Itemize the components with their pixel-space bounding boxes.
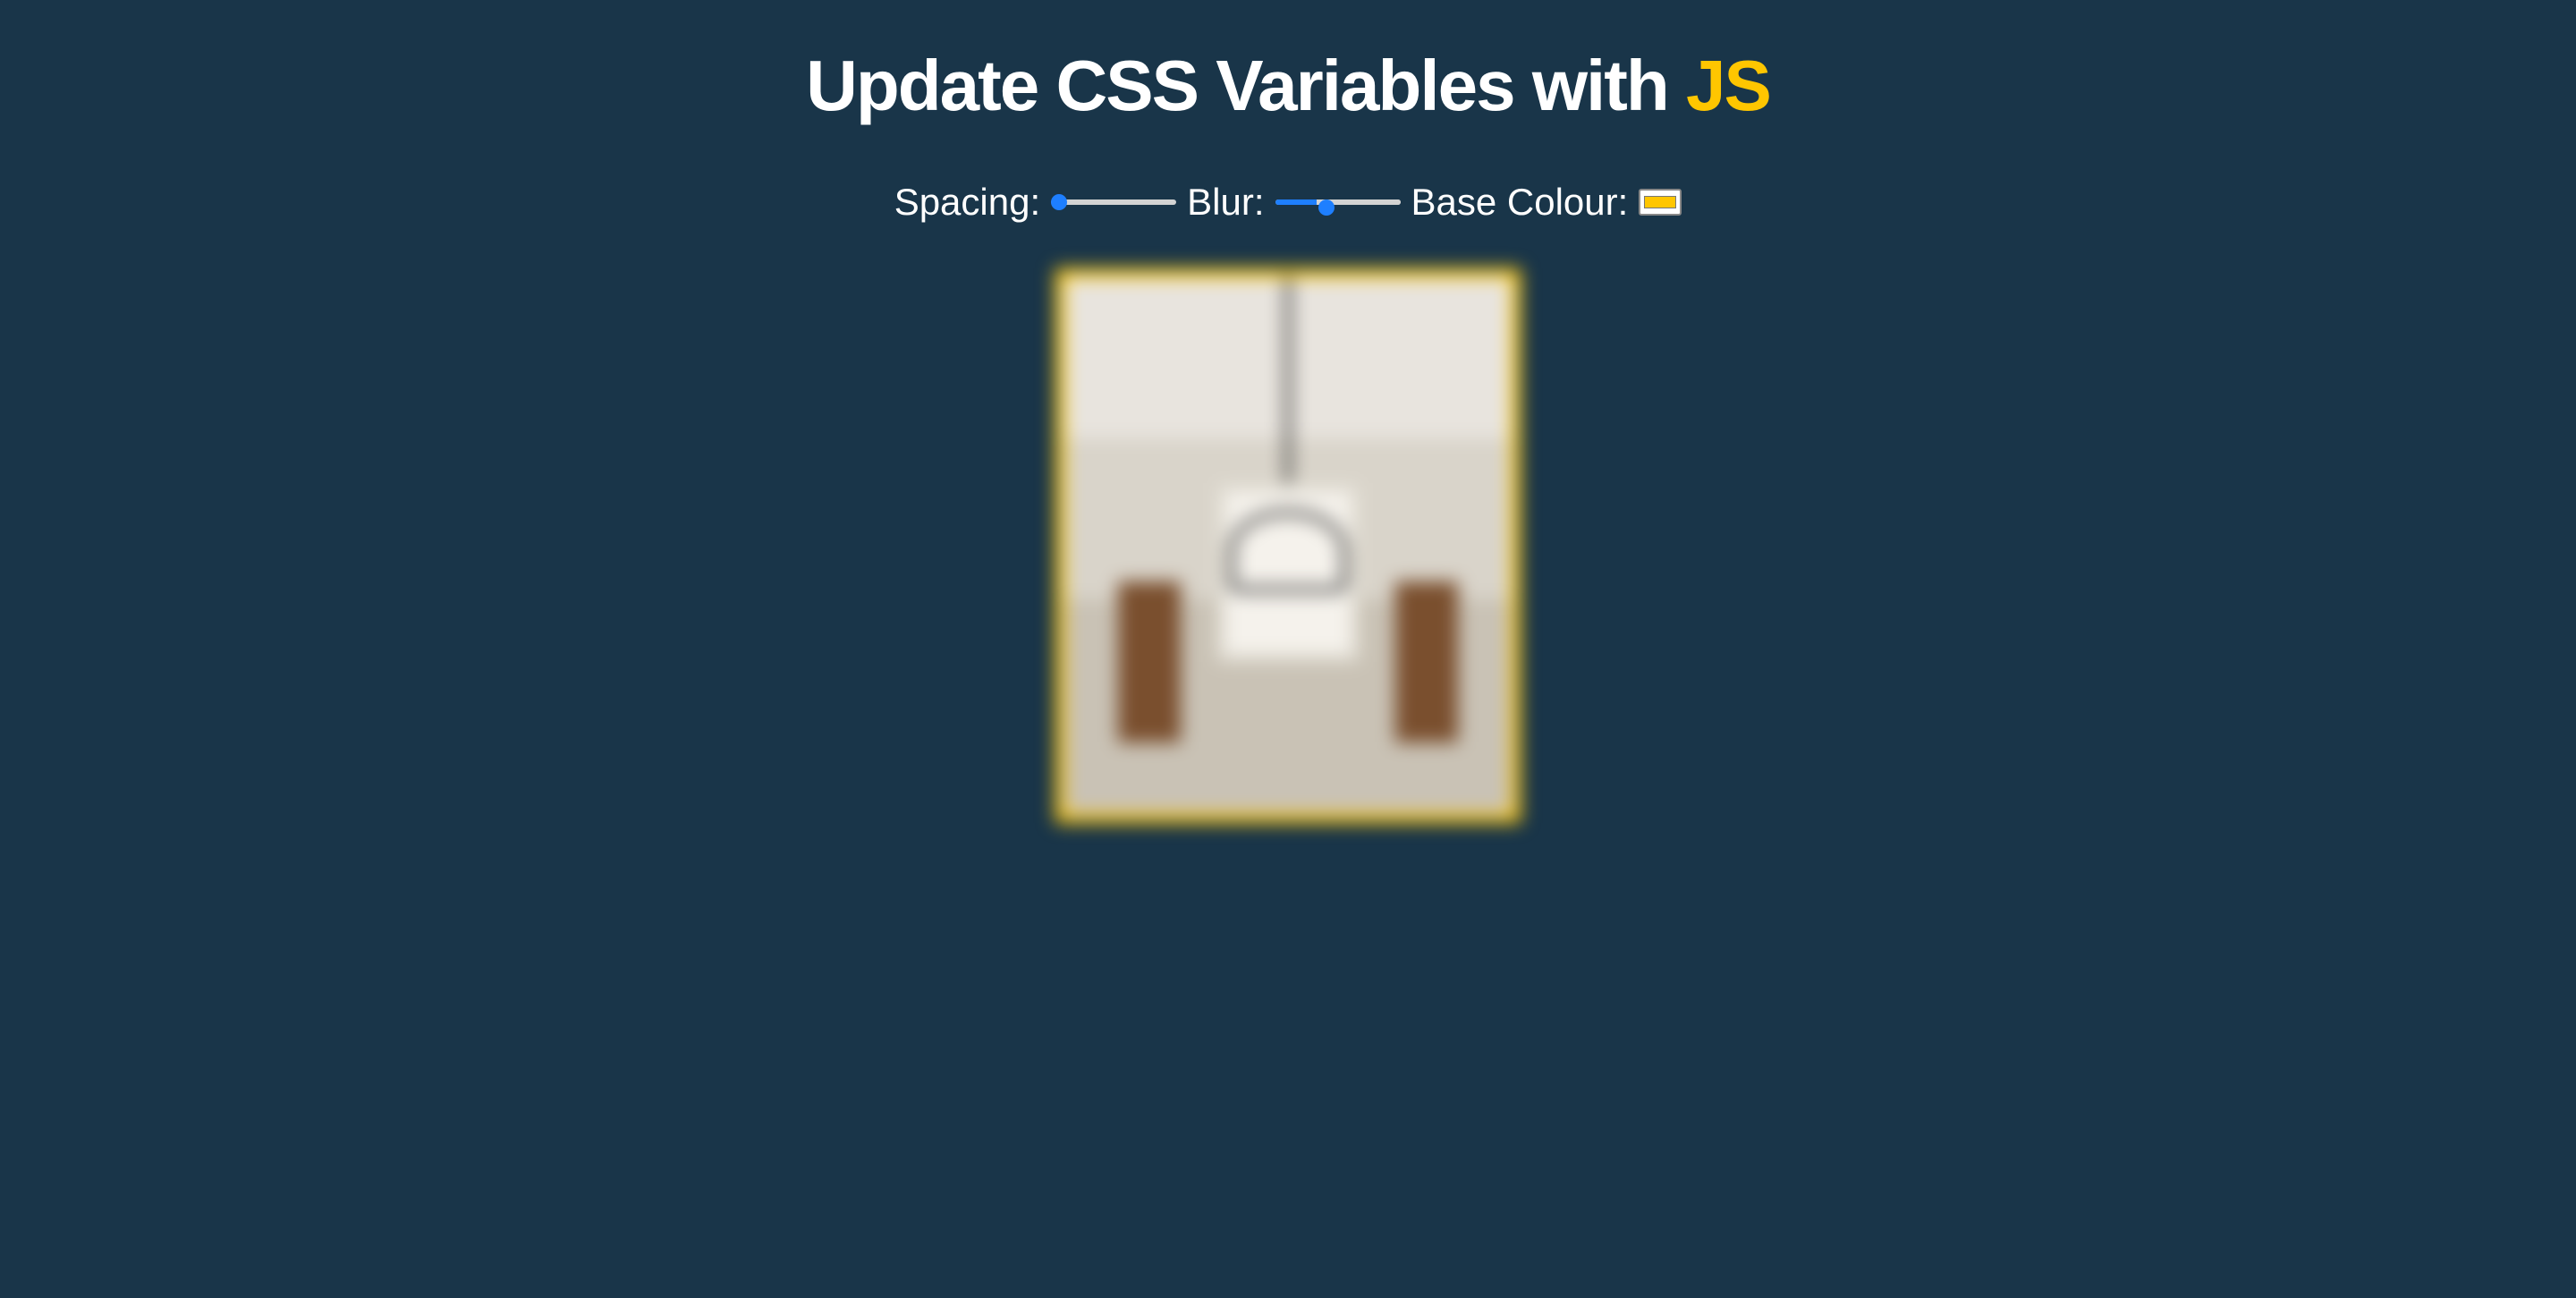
base-colour-picker[interactable] — [1639, 189, 1682, 216]
title-highlight: JS — [1686, 46, 1770, 125]
spacing-label: Spacing: — [894, 181, 1040, 224]
page-title: Update CSS Variables with JS — [0, 45, 2576, 127]
blur-slider[interactable] — [1275, 199, 1401, 205]
blur-label: Blur: — [1187, 181, 1264, 224]
hero-image — [1064, 277, 1512, 814]
door-decor-right — [1395, 581, 1458, 742]
image-frame — [1055, 268, 1521, 823]
spacing-slider[interactable] — [1051, 199, 1176, 205]
title-prefix: Update CSS Variables with — [806, 46, 1686, 125]
door-decor-left — [1118, 581, 1181, 742]
picture-frame-decor — [1216, 483, 1360, 662]
controls-bar: Spacing: Blur: Base Colour: — [0, 181, 2576, 224]
base-colour-label: Base Colour: — [1411, 181, 1629, 224]
